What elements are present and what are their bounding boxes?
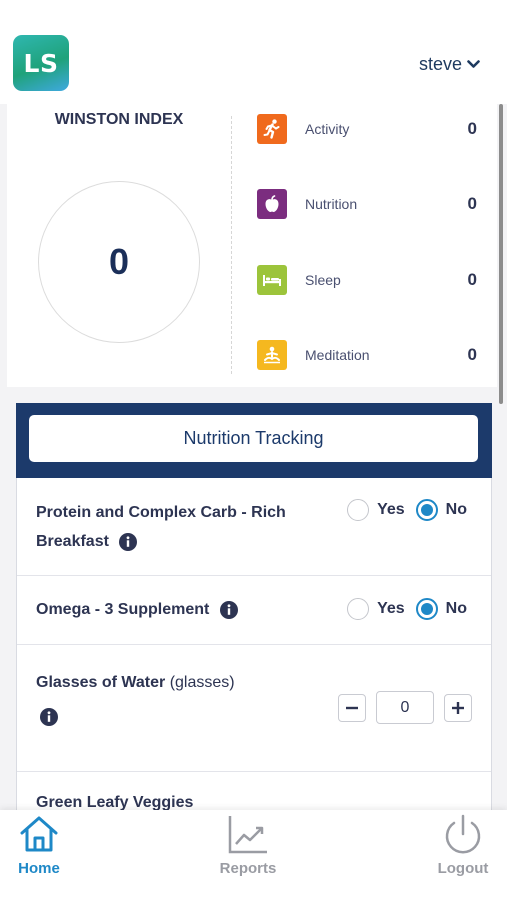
nutrition-tracking-card: Nutrition Tracking Protein and Complex C… xyxy=(16,403,492,810)
radio-circle[interactable] xyxy=(347,499,370,521)
row-label: Protein and Complex Carb - Rich Breakfas… xyxy=(36,498,286,556)
username-label: steve xyxy=(418,54,462,74)
metric-label: Sleep xyxy=(305,272,341,288)
divider xyxy=(231,116,232,374)
radio-label: No xyxy=(445,501,467,518)
row-unit: (glasses) xyxy=(169,674,235,691)
bottom-nav: Home Reports Logout xyxy=(0,810,507,900)
metric-label: Activity xyxy=(305,121,350,137)
radio-circle[interactable] xyxy=(415,499,438,521)
app-logo[interactable]: LS xyxy=(13,35,69,91)
running-icon xyxy=(257,114,287,144)
tracking-row-water: Glasses of Water (glasses) 0 xyxy=(17,645,491,772)
row-label-text: Omega - 3 Supplement xyxy=(36,601,210,618)
tracking-header: Nutrition Tracking xyxy=(16,403,492,478)
scrollbar[interactable] xyxy=(499,104,503,404)
nav-logout[interactable]: Logout xyxy=(408,810,507,900)
chevron-down-icon xyxy=(467,60,480,68)
tracking-row-omega: Omega - 3 Supplement Yes No xyxy=(17,576,491,645)
water-stepper: 0 xyxy=(338,691,472,724)
plus-icon xyxy=(452,701,464,714)
metric-value: 0 xyxy=(467,270,477,289)
minus-icon xyxy=(346,706,358,709)
row-label-line2: Breakfast xyxy=(36,533,109,550)
bed-icon xyxy=(257,265,287,295)
nav-label: Home xyxy=(18,860,60,877)
metric-label: Meditation xyxy=(305,347,370,363)
nutrition-tracking-button[interactable]: Nutrition Tracking xyxy=(29,415,478,462)
chart-icon xyxy=(228,816,267,854)
decrement-button[interactable] xyxy=(338,693,366,722)
radio-label: Yes xyxy=(377,501,405,518)
nav-reports[interactable]: Reports xyxy=(193,810,303,900)
nav-label: Reports xyxy=(219,860,277,877)
radio-circle[interactable] xyxy=(347,598,370,620)
metric-value: 0 xyxy=(467,345,477,364)
home-icon xyxy=(20,816,58,852)
meditation-icon xyxy=(257,340,287,370)
omega-radio-group: Yes No xyxy=(336,598,467,620)
apple-icon xyxy=(257,189,287,219)
index-score-circle: 0 xyxy=(38,181,200,343)
row-label: Glasses of Water (glasses) xyxy=(36,668,235,726)
yes-radio[interactable]: Yes xyxy=(347,499,405,521)
metric-activity[interactable]: Activity 0 xyxy=(257,114,487,144)
row-label-green-veggies: Green Leafy Veggies xyxy=(36,794,194,810)
breakfast-radio-group: Yes No xyxy=(336,499,467,521)
info-icon[interactable] xyxy=(219,600,238,619)
row-label-text: Glasses of Water xyxy=(36,674,166,691)
row-label: Omega - 3 Supplement xyxy=(36,595,238,624)
info-icon[interactable] xyxy=(40,707,58,726)
tracking-row-breakfast: Protein and Complex Carb - Rich Breakfas… xyxy=(17,478,491,576)
row-label-line1: Protein and Complex Carb - Rich xyxy=(36,504,286,521)
metric-label: Nutrition xyxy=(305,196,358,212)
info-icon[interactable] xyxy=(119,532,138,551)
nav-home[interactable]: Home xyxy=(0,810,94,900)
winston-index-card: WINSTON INDEX 0 Activity 0 Nutrition 0 S… xyxy=(7,104,497,387)
power-icon xyxy=(445,814,481,854)
increment-button[interactable] xyxy=(444,693,472,722)
radio-circle[interactable] xyxy=(415,598,438,620)
metric-meditation[interactable]: Meditation 0 xyxy=(257,340,487,370)
no-radio[interactable]: No xyxy=(415,598,467,620)
radio-label: Yes xyxy=(377,600,405,617)
metric-sleep[interactable]: Sleep 0 xyxy=(257,265,487,295)
metric-value: 0 xyxy=(467,194,477,213)
nav-label: Logout xyxy=(437,860,489,877)
metric-nutrition[interactable]: Nutrition 0 xyxy=(257,189,487,219)
app-header: LS steve xyxy=(0,0,507,104)
yes-radio[interactable]: Yes xyxy=(347,598,405,620)
no-radio[interactable]: No xyxy=(415,499,467,521)
metric-value: 0 xyxy=(467,119,477,138)
water-count-input[interactable]: 0 xyxy=(376,691,434,724)
winston-index-title: WINSTON INDEX xyxy=(54,111,184,128)
index-score-value: 0 xyxy=(108,241,130,282)
main-content: WINSTON INDEX 0 Activity 0 Nutrition 0 S… xyxy=(0,104,507,810)
radio-label: No xyxy=(445,600,467,617)
user-menu[interactable]: steve xyxy=(419,54,480,75)
